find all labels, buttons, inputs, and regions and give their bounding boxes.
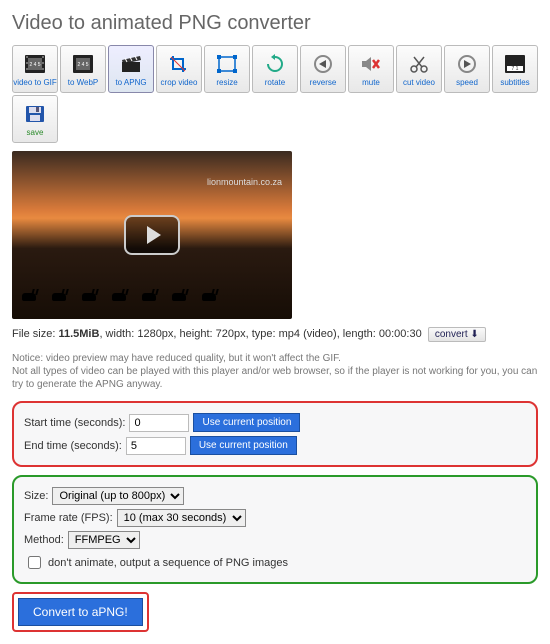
tool-label: to WebP — [68, 79, 99, 87]
start-time-label: Start time (seconds): — [24, 417, 125, 429]
tool-label: subtitles — [500, 79, 529, 87]
tool-resize[interactable]: resize — [204, 45, 250, 93]
tool-to-apng[interactable]: to APNG — [108, 45, 154, 93]
svg-text:2 4 5: 2 4 5 — [29, 62, 40, 68]
play-icon — [147, 226, 161, 244]
fps-select[interactable]: 10 (max 30 seconds) — [117, 509, 246, 527]
size-label: Size: — [24, 490, 48, 502]
end-time-input[interactable] — [126, 437, 186, 455]
tool-label: mute — [362, 79, 380, 87]
tool-to-webp[interactable]: 2 4 5 to WebP — [60, 45, 106, 93]
video-scene — [12, 275, 292, 305]
convert-button[interactable]: Convert to aPNG! — [18, 598, 143, 626]
tool-label: speed — [456, 79, 478, 87]
tool-speed[interactable]: speed — [444, 45, 490, 93]
film-icon: 2 4 5 — [72, 52, 94, 76]
convert-small-button[interactable]: convert ⬇ — [428, 327, 486, 342]
rotate-icon — [264, 52, 286, 76]
reverse-icon — [312, 52, 334, 76]
tool-crop-video[interactable]: crop video — [156, 45, 202, 93]
tool-label: crop video — [161, 79, 198, 87]
tool-label: cut video — [403, 79, 435, 87]
notice-text: Notice: video preview may have reduced q… — [12, 352, 538, 391]
watermark-text: lionmountain.co.za — [207, 177, 282, 187]
download-icon: ⬇ — [470, 329, 478, 340]
size-select[interactable]: Original (up to 800px) — [52, 487, 184, 505]
resize-icon — [216, 52, 238, 76]
crop-icon — [168, 52, 190, 76]
play-button[interactable] — [124, 215, 180, 255]
clapper-icon — [120, 52, 142, 76]
toolbar: 2 4 5 video to GIF 2 4 5 to WebP to APNG… — [12, 45, 538, 143]
tool-reverse[interactable]: reverse — [300, 45, 346, 93]
fps-label: Frame rate (FPS): — [24, 512, 113, 524]
film-icon: 2 4 5 — [24, 52, 46, 76]
scissors-icon — [408, 52, 430, 76]
tool-save[interactable]: save — [12, 95, 58, 143]
method-label: Method: — [24, 534, 64, 546]
tool-rotate[interactable]: rotate — [252, 45, 298, 93]
tool-label: resize — [216, 79, 237, 87]
convert-highlight: Convert to aPNG! — [12, 592, 149, 632]
svg-text:2 4 5: 2 4 5 — [77, 62, 88, 68]
file-info-rest: , width: 1280px, height: 720px, type: mp… — [99, 328, 421, 340]
dont-animate-checkbox[interactable] — [28, 556, 41, 569]
tool-label: save — [27, 129, 44, 137]
subtitles-icon: 7 1 — [504, 52, 526, 76]
end-time-label: End time (seconds): — [24, 440, 122, 452]
save-icon — [24, 102, 46, 126]
use-position-end-button[interactable]: Use current position — [190, 436, 297, 455]
tool-mute[interactable]: mute — [348, 45, 394, 93]
dont-animate-label: don't animate, output a sequence of PNG … — [48, 557, 288, 569]
tool-subtitles[interactable]: 7 1 subtitles — [492, 45, 538, 93]
tool-video-to-gif[interactable]: 2 4 5 video to GIF — [12, 45, 58, 93]
file-size: 11.5MiB — [58, 328, 99, 340]
output-options-group: Size: Original (up to 800px) Frame rate … — [12, 475, 538, 584]
page-title: Video to animated PNG converter — [12, 12, 538, 35]
tool-label: rotate — [265, 79, 285, 87]
tool-cut-video[interactable]: cut video — [396, 45, 442, 93]
file-info: File size: 11.5MiB, width: 1280px, heigh… — [12, 327, 538, 342]
start-time-input[interactable] — [129, 414, 189, 432]
method-select[interactable]: FFMPEG — [68, 531, 140, 549]
time-range-group: Start time (seconds): Use current positi… — [12, 401, 538, 467]
tool-label: to APNG — [115, 79, 146, 87]
tool-label: reverse — [310, 79, 337, 87]
mute-icon — [360, 52, 382, 76]
video-preview: lionmountain.co.za — [12, 151, 292, 319]
speed-icon — [456, 52, 478, 76]
file-info-prefix: File size: — [12, 328, 58, 340]
svg-text:7 1: 7 1 — [512, 66, 519, 72]
tool-label: video to GIF — [13, 79, 57, 87]
use-position-start-button[interactable]: Use current position — [193, 413, 300, 432]
